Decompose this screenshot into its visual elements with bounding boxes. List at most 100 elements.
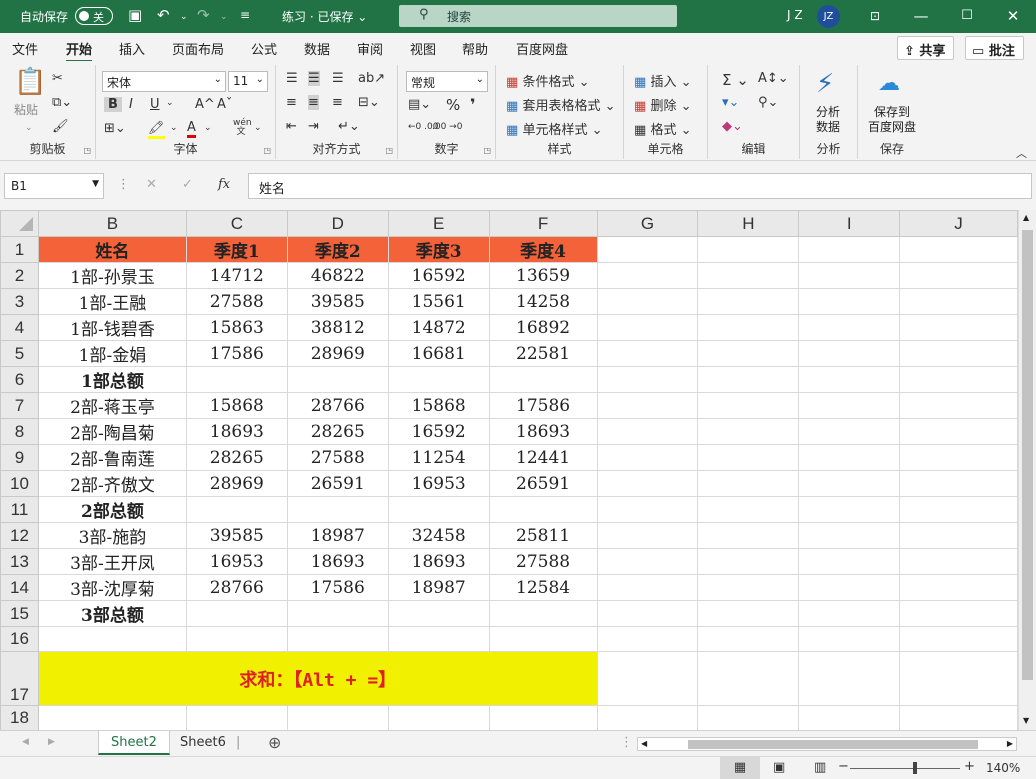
bold-button[interactable]: B bbox=[104, 97, 122, 112]
zoom-out-icon[interactable]: − bbox=[838, 759, 849, 774]
empty-cell[interactable] bbox=[697, 626, 800, 652]
value-cell[interactable]: 28766 bbox=[185, 574, 288, 601]
value-cell[interactable]: 16892 bbox=[488, 314, 598, 341]
align-left-icon[interactable]: ≡ bbox=[286, 95, 297, 110]
empty-cell[interactable] bbox=[899, 574, 1018, 601]
group-analyze[interactable]: ⚡ 分析 数据 分析 bbox=[800, 65, 858, 159]
minimize-icon[interactable]: — bbox=[906, 3, 936, 29]
value-cell[interactable]: 46822 bbox=[286, 262, 389, 289]
align-bottom-icon[interactable]: ☰ bbox=[332, 71, 344, 86]
empty-cell[interactable] bbox=[697, 314, 800, 341]
decrease-indent-icon[interactable]: ⇤ bbox=[286, 119, 297, 134]
empty-cell[interactable] bbox=[899, 651, 1018, 706]
value-cell[interactable]: 17586 bbox=[185, 340, 288, 367]
search-box[interactable]: ⚲ 搜索 bbox=[399, 5, 677, 27]
normal-view-icon[interactable]: ▦ bbox=[720, 757, 760, 779]
name-cell[interactable]: 1部-王融 bbox=[37, 288, 187, 315]
empty-cell[interactable] bbox=[596, 314, 699, 341]
empty-cell[interactable] bbox=[899, 444, 1018, 471]
next-sheet-icon[interactable]: ▶ bbox=[48, 737, 55, 747]
clear-icon[interactable]: ◆⌄ bbox=[722, 119, 743, 134]
name-cell[interactable]: 1部-孙景玉 bbox=[37, 262, 187, 289]
row-header[interactable]: 5 bbox=[0, 340, 39, 367]
name-cell[interactable]: 1部-金娟 bbox=[37, 340, 187, 367]
empty-cell[interactable] bbox=[697, 262, 800, 289]
value-cell[interactable]: 39585 bbox=[185, 522, 288, 549]
row-header[interactable]: 15 bbox=[0, 600, 39, 627]
empty-cell[interactable] bbox=[697, 444, 800, 471]
value-cell[interactable]: 16592 bbox=[387, 262, 490, 289]
empty-cell[interactable] bbox=[899, 470, 1018, 497]
empty-cell[interactable] bbox=[697, 600, 800, 627]
empty-cell[interactable] bbox=[697, 496, 800, 523]
percent-button[interactable]: % bbox=[446, 96, 460, 114]
scroll-right-icon[interactable]: ▶ bbox=[1007, 739, 1013, 748]
value-cell[interactable]: 28265 bbox=[185, 444, 288, 471]
empty-cell[interactable] bbox=[697, 705, 800, 730]
value-cell[interactable]: 16681 bbox=[387, 340, 490, 367]
empty-cell[interactable] bbox=[798, 548, 901, 575]
zoom-slider[interactable] bbox=[850, 768, 960, 769]
empty-cell[interactable] bbox=[899, 496, 1018, 523]
value-cell[interactable] bbox=[286, 496, 389, 523]
value-cell[interactable] bbox=[387, 496, 490, 523]
empty-cell[interactable] bbox=[899, 236, 1018, 263]
empty-cell[interactable] bbox=[798, 444, 901, 471]
value-cell[interactable]: 17586 bbox=[488, 392, 598, 419]
value-cell[interactable]: 28969 bbox=[185, 470, 288, 497]
empty-cell[interactable] bbox=[899, 314, 1018, 341]
empty-cell[interactable] bbox=[899, 392, 1018, 419]
column-header[interactable]: J bbox=[899, 210, 1018, 237]
empty-cell[interactable] bbox=[596, 288, 699, 315]
paste-dropdown-icon[interactable]: ⌄ bbox=[25, 123, 33, 133]
copy-icon[interactable]: ⧉⌄ bbox=[52, 95, 72, 110]
zoom-level[interactable]: 140% bbox=[986, 761, 1020, 775]
column-header[interactable]: H bbox=[697, 210, 800, 237]
save-icon[interactable]: ▣ bbox=[128, 6, 142, 24]
value-cell[interactable]: 18693 bbox=[387, 548, 490, 575]
empty-cell[interactable] bbox=[798, 288, 901, 315]
group-save[interactable]: ☁ 保存到 百度网盘 保存 bbox=[858, 65, 926, 159]
empty-cell[interactable] bbox=[798, 392, 901, 419]
empty-cell[interactable] bbox=[596, 418, 699, 445]
empty-cell[interactable] bbox=[697, 470, 800, 497]
value-cell[interactable]: 16953 bbox=[387, 470, 490, 497]
name-cell[interactable]: 3部-施韵 bbox=[37, 522, 187, 549]
value-cell[interactable] bbox=[286, 705, 389, 730]
empty-cell[interactable] bbox=[596, 470, 699, 497]
sheet-tab-sheet6[interactable]: Sheet6 bbox=[168, 731, 238, 755]
tab-home[interactable]: 开始 bbox=[66, 39, 93, 63]
tab-formulas[interactable]: 公式 bbox=[251, 39, 277, 58]
empty-cell[interactable] bbox=[798, 418, 901, 445]
empty-cell[interactable] bbox=[596, 366, 699, 393]
tab-split-handle[interactable]: ⋮ bbox=[620, 735, 633, 750]
tab-data[interactable]: 数据 bbox=[304, 39, 330, 58]
value-cell[interactable]: 25811 bbox=[488, 522, 598, 549]
scroll-up-icon[interactable]: ▲ bbox=[1023, 213, 1029, 222]
redo-icon[interactable]: ↷ bbox=[197, 6, 210, 24]
value-cell[interactable]: 26591 bbox=[488, 470, 598, 497]
value-cell[interactable]: 18693 bbox=[185, 418, 288, 445]
delete-cells-button[interactable]: ▦ 删除 ⌄ bbox=[634, 95, 691, 114]
sort-filter-icon[interactable]: A↕⌄ bbox=[758, 71, 789, 86]
value-cell[interactable]: 13659 bbox=[488, 262, 598, 289]
empty-cell[interactable] bbox=[899, 340, 1018, 367]
cut-icon[interactable]: ✂ bbox=[52, 71, 63, 86]
column-header[interactable]: E bbox=[387, 210, 490, 237]
row-header[interactable]: 7 bbox=[0, 392, 39, 419]
value-cell[interactable]: 15561 bbox=[387, 288, 490, 315]
value-cell[interactable] bbox=[286, 366, 389, 393]
cell-styles-button[interactable]: ▦ 单元格样式 ⌄ bbox=[506, 119, 602, 138]
maximize-icon[interactable]: ☐ bbox=[952, 3, 982, 29]
empty-cell[interactable] bbox=[899, 548, 1018, 575]
undo-icon[interactable]: ↶ bbox=[157, 6, 170, 24]
row-header[interactable]: 1 bbox=[0, 236, 39, 263]
horizontal-scrollbar[interactable]: ◀ ▶ bbox=[637, 737, 1017, 751]
value-cell[interactable]: 27588 bbox=[185, 288, 288, 315]
fill-color-icon[interactable]: 🖍 bbox=[148, 121, 165, 139]
value-cell[interactable]: 28766 bbox=[286, 392, 389, 419]
empty-cell[interactable] bbox=[596, 600, 699, 627]
empty-cell[interactable] bbox=[899, 705, 1018, 730]
value-cell[interactable] bbox=[387, 600, 490, 627]
format-as-table-button[interactable]: ▦ 套用表格格式 ⌄ bbox=[506, 95, 615, 114]
